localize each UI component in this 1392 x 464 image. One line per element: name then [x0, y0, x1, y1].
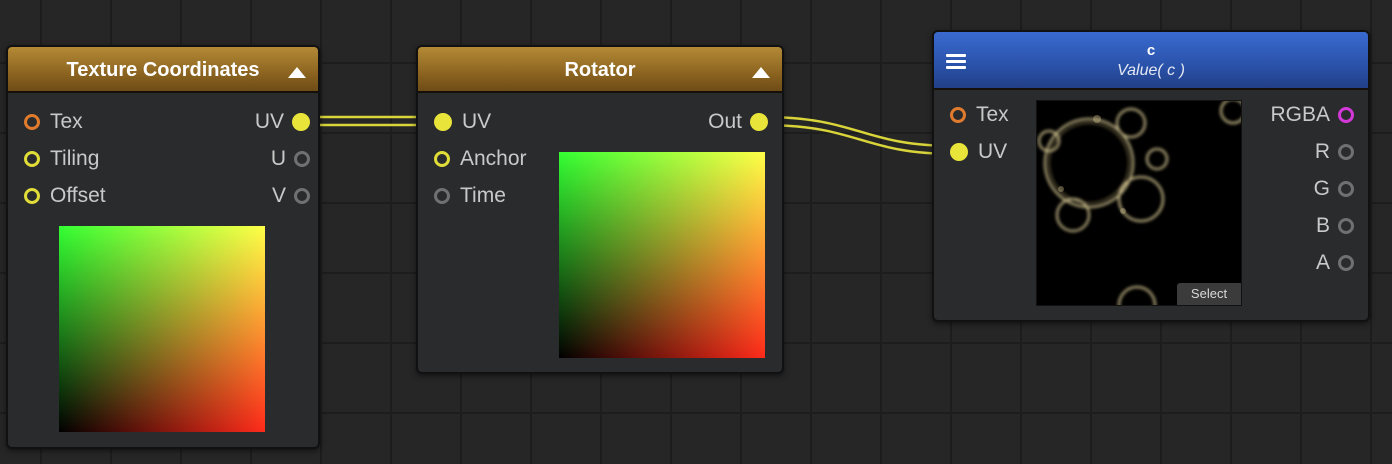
output-port-a[interactable]: A: [1316, 251, 1354, 275]
output-port-out[interactable]: Out: [708, 110, 768, 134]
output-port-uv[interactable]: UV: [255, 110, 310, 134]
port-socket-icon[interactable]: [292, 113, 310, 131]
input-port-tiling[interactable]: Tiling: [24, 147, 99, 171]
node-title: Texture Coordinates: [66, 59, 260, 81]
output-port-rgba[interactable]: RGBA: [1270, 103, 1354, 127]
port-socket-icon[interactable]: [1338, 218, 1354, 234]
input-port-uv[interactable]: UV: [950, 140, 1007, 164]
port-label: R: [1314, 140, 1330, 163]
output-port-b[interactable]: B: [1316, 214, 1354, 238]
port-socket-icon[interactable]: [434, 151, 450, 167]
port-label: UV: [462, 110, 492, 133]
node-subtitle: Value( c ): [1117, 62, 1185, 79]
wire-rotator-to-sampler-a: [761, 115, 957, 148]
port-label: Out: [708, 110, 742, 133]
texture-sample-header[interactable]: c Value( c ): [934, 32, 1368, 90]
input-port-anchor[interactable]: Anchor: [434, 147, 527, 171]
port-socket-icon[interactable]: [950, 143, 968, 161]
node-title: c: [1146, 42, 1156, 59]
uv-preview: [59, 226, 265, 432]
input-port-time[interactable]: Time: [434, 184, 506, 208]
texture-coordinates-node[interactable]: Texture Coordinates Tex Tiling Offset UV…: [6, 45, 320, 449]
rotator-header[interactable]: Rotator: [418, 47, 782, 93]
port-socket-icon[interactable]: [434, 113, 452, 131]
output-port-r[interactable]: R: [1315, 140, 1354, 164]
port-label: UV: [254, 110, 284, 133]
port-socket-icon[interactable]: [1338, 181, 1354, 197]
port-label: U: [270, 147, 286, 170]
texture-coordinates-header[interactable]: Texture Coordinates: [8, 47, 318, 93]
node-title: Rotator: [564, 59, 636, 81]
collapse-triangle-icon[interactable]: [752, 67, 770, 78]
texture-sample-node[interactable]: c Value( c ) Tex UV Select RGBA R G B A: [932, 30, 1370, 322]
input-port-offset[interactable]: Offset: [24, 184, 106, 208]
input-port-tex[interactable]: Tex: [24, 110, 83, 134]
select-texture-button[interactable]: Select: [1177, 283, 1241, 305]
port-label: A: [1315, 251, 1330, 274]
rotator-preview: [559, 152, 765, 358]
input-port-uv[interactable]: UV: [434, 110, 491, 134]
port-socket-icon[interactable]: [294, 151, 310, 167]
port-label: Tex: [50, 110, 83, 133]
port-socket-icon[interactable]: [1338, 144, 1354, 160]
port-label: Tiling: [50, 147, 100, 170]
port-socket-icon[interactable]: [1338, 255, 1354, 271]
port-label: RGBA: [1270, 103, 1330, 126]
port-socket-icon[interactable]: [750, 113, 768, 131]
wire-rotator-to-sampler-b: [761, 123, 957, 156]
port-socket-icon[interactable]: [24, 188, 40, 204]
port-socket-icon[interactable]: [24, 114, 40, 130]
port-label: Offset: [50, 184, 106, 207]
output-port-g[interactable]: G: [1314, 177, 1354, 201]
output-port-u[interactable]: U: [271, 147, 310, 171]
port-label: Time: [460, 184, 506, 207]
output-port-v[interactable]: V: [272, 184, 310, 208]
port-label: V: [271, 184, 286, 207]
port-socket-icon[interactable]: [294, 188, 310, 204]
port-label: B: [1315, 214, 1330, 237]
port-socket-icon[interactable]: [1338, 107, 1354, 123]
collapse-triangle-icon[interactable]: [288, 67, 306, 78]
port-socket-icon[interactable]: [950, 107, 966, 123]
port-label: Anchor: [460, 147, 527, 170]
port-label: Tex: [976, 103, 1009, 126]
port-label: UV: [978, 140, 1008, 163]
port-label: G: [1313, 177, 1330, 200]
port-socket-icon[interactable]: [434, 188, 450, 204]
rotator-node[interactable]: Rotator UV Anchor Time Out: [416, 45, 784, 374]
input-port-tex[interactable]: Tex: [950, 103, 1009, 127]
fractal-texture-image: [1038, 101, 1241, 305]
port-socket-icon[interactable]: [24, 151, 40, 167]
texture-preview[interactable]: Select: [1036, 100, 1242, 306]
